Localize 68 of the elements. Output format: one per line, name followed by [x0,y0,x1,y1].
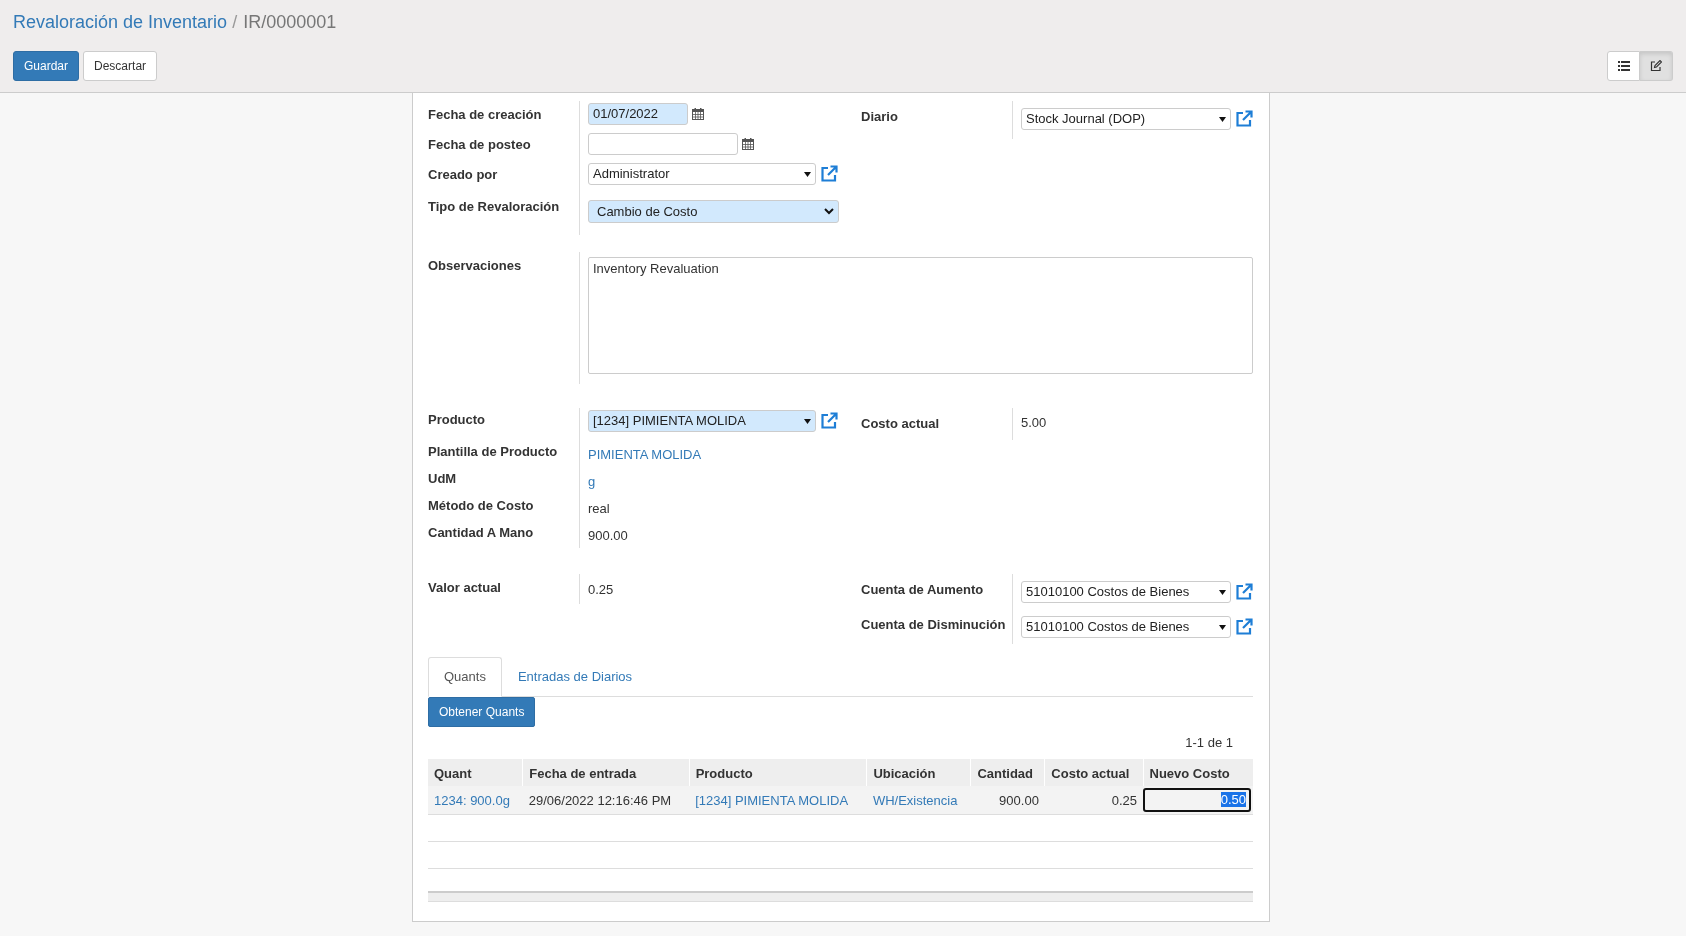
calendar-icon[interactable] [692,108,704,120]
field-label: Cantidad A Mano [428,524,535,542]
list-view-button[interactable] [1607,51,1640,81]
external-link-icon[interactable] [820,412,838,430]
table-cell: 0.25 [1111,792,1137,808]
edit-icon [1650,60,1662,72]
field-label: Diario [861,108,899,126]
field-link[interactable]: g [588,469,596,489]
breadcrumb-current: IR/0000001 [243,11,337,33]
caret-icon [1219,589,1226,595]
field-label: Costo actual [861,415,940,433]
calendar-icon[interactable] [742,138,754,150]
select-field[interactable]: 51010100 Costos de Bienes [1021,581,1231,603]
column-header[interactable]: Quant [428,759,523,786]
tab[interactable]: Quants [428,657,502,697]
input-value: 0.50 [1220,792,1246,807]
field-label: Método de Costo [428,497,535,515]
column-header[interactable]: Fecha de entrada [522,759,690,786]
field-label: Cuenta de Aumento [861,581,985,599]
caret-icon [804,171,811,177]
caret-icon [1219,116,1226,122]
table-cell: 29/06/2022 12:16:46 PM [528,792,672,808]
field-value: 0.25 [588,581,614,597]
select-field[interactable]: Stock Journal (DOP) [1021,108,1231,130]
field-label: UdM [428,470,458,488]
chevron-icon [824,208,834,215]
external-link-icon[interactable] [1235,618,1253,636]
dropdown-field[interactable]: Cambio de Costo [588,200,839,223]
select-field[interactable]: Administrator [588,163,816,185]
field-label: Producto [428,411,487,429]
select-field[interactable]: 51010100 Costos de Bienes [1021,616,1231,638]
select-field[interactable]: [1234] PIMIENTA MOLIDA [588,410,816,432]
tab[interactable]: Entradas de Diarios [501,657,649,696]
cost-input[interactable]: 0.50 [1143,788,1251,812]
field-label: Creado por [428,166,499,184]
column-header[interactable]: Cantidad [970,759,1045,786]
external-link-icon[interactable] [820,165,838,183]
field-value: real [588,500,610,516]
breadcrumb-separator: / [232,11,238,33]
external-link-icon[interactable] [1235,583,1253,601]
date-field[interactable] [588,133,738,155]
get-quants-button[interactable]: Obtener Quants [428,697,536,727]
column-header[interactable]: Producto [689,759,867,786]
discard-button[interactable]: Descartar [83,51,158,81]
column-header[interactable]: Costo actual [1044,759,1143,786]
list-icon [1617,61,1630,71]
field-label: Valor actual [428,579,502,597]
field-label: Plantilla de Producto [428,443,559,461]
field-label: Cuenta de Disminución [861,616,1007,634]
table-cell: 900.00 [999,792,1039,808]
breadcrumb-link[interactable]: Revaloración de Inventario [13,11,228,33]
field-label: Tipo de Revaloración [428,198,561,216]
form-view-button[interactable] [1640,51,1673,81]
field-value: 5.00 [1021,414,1047,430]
column-header[interactable]: Nuevo Costo [1143,759,1253,786]
pager-text: 1-1 de 1 [1185,735,1233,750]
field-label: Fecha de posteo [428,136,532,154]
field-value: 900.00 [588,527,628,543]
column-header[interactable]: Ubicación [866,759,971,786]
external-link-icon[interactable] [1235,110,1253,128]
save-button[interactable]: Guardar [13,51,80,81]
caret-icon [804,418,811,424]
field-label: Observaciones [428,257,523,275]
field-label: Fecha de creación [428,106,543,124]
date-field[interactable]: 01/07/2022 [588,103,688,125]
field-link[interactable]: PIMIENTA MOLIDA [588,442,702,462]
caret-icon [1219,624,1226,630]
notes-textarea[interactable]: Inventory Revaluation [588,257,1253,374]
